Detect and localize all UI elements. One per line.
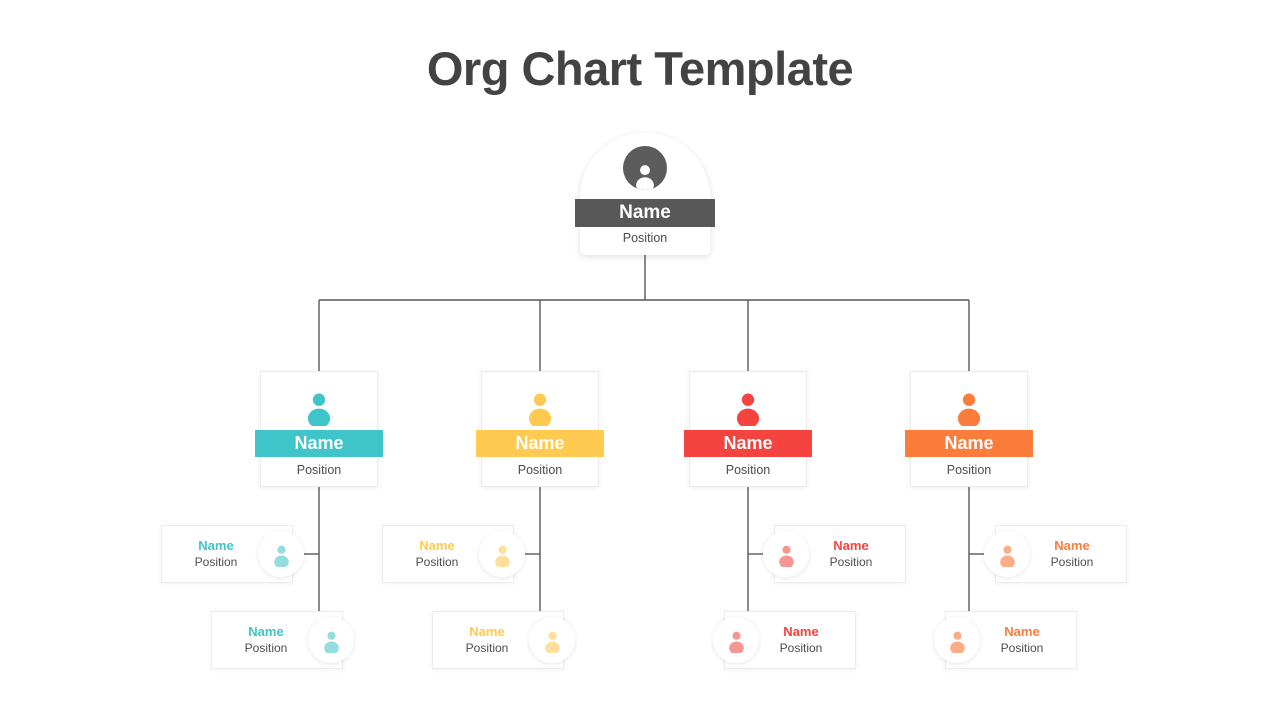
- person-icon: [300, 388, 338, 429]
- leaf-node-3-1[interactable]: Name Position: [763, 525, 906, 583]
- leaf-node-1-1[interactable]: Name Position: [161, 525, 304, 583]
- leaf-node-2-1[interactable]: Name Position: [382, 525, 525, 583]
- leaf-text-group: Name Position: [389, 538, 485, 570]
- branch-name-banner: Name: [476, 430, 604, 457]
- branch-node-2[interactable]: Name Position: [476, 371, 604, 487]
- leaf-node-4-1[interactable]: Name Position: [984, 525, 1127, 583]
- leaf-name-label: Name: [1054, 538, 1090, 554]
- leaf-name-label: Name: [198, 538, 234, 554]
- leaf-name-label: Name: [783, 624, 819, 640]
- branch-node-3[interactable]: Name Position: [684, 371, 812, 487]
- page-title: Org Chart Template: [426, 42, 854, 95]
- leaf-position-label: Position: [415, 554, 459, 569]
- root-position-label: Position: [622, 231, 668, 245]
- branch-position-label: Position: [725, 463, 771, 477]
- leaf-position-label: Position: [779, 640, 823, 655]
- leaf-text-group: Name Position: [1022, 538, 1122, 570]
- person-icon: [308, 617, 354, 663]
- leaf-text-group: Name Position: [801, 538, 901, 570]
- leaf-node-4-2[interactable]: Name Position: [934, 611, 1077, 669]
- root-name-banner: Name: [575, 199, 715, 227]
- branch-name-banner: Name: [255, 430, 383, 457]
- leaf-name-label: Name: [1004, 624, 1040, 640]
- leaf-node-1-2[interactable]: Name Position: [211, 611, 354, 669]
- leaf-name-label: Name: [833, 538, 869, 554]
- leaf-text-group: Name Position: [439, 624, 535, 656]
- leaf-node-3-2[interactable]: Name Position: [713, 611, 856, 669]
- leaf-name-label: Name: [469, 624, 505, 640]
- leaf-text-group: Name Position: [972, 624, 1072, 656]
- person-icon: [529, 617, 575, 663]
- leaf-node-2-2[interactable]: Name Position: [432, 611, 575, 669]
- person-icon: [729, 388, 767, 429]
- branch-node-1[interactable]: Name Position: [255, 371, 383, 487]
- branch-name-banner: Name: [905, 430, 1033, 457]
- person-icon: [258, 531, 304, 577]
- leaf-position-label: Position: [465, 640, 509, 655]
- branch-node-4[interactable]: Name Position: [905, 371, 1033, 487]
- branch-position-label: Position: [296, 463, 342, 477]
- person-icon: [950, 388, 988, 429]
- branch-position-label: Position: [946, 463, 992, 477]
- root-node[interactable]: Name Position: [575, 133, 715, 255]
- person-icon: [479, 531, 525, 577]
- person-icon: [521, 388, 559, 429]
- leaf-text-group: Name Position: [218, 624, 314, 656]
- leaf-text-group: Name Position: [168, 538, 264, 570]
- leaf-position-label: Position: [194, 554, 238, 569]
- leaf-position-label: Position: [1050, 554, 1094, 569]
- leaf-name-label: Name: [419, 538, 455, 554]
- leaf-text-group: Name Position: [751, 624, 851, 656]
- leaf-name-label: Name: [248, 624, 284, 640]
- leaf-position-label: Position: [1000, 640, 1044, 655]
- branch-name-banner: Name: [684, 430, 812, 457]
- person-icon: [623, 146, 667, 190]
- branch-position-label: Position: [517, 463, 563, 477]
- leaf-position-label: Position: [244, 640, 288, 655]
- org-chart-canvas: Org Chart Template Name Position Name Pos…: [0, 0, 1280, 720]
- connector-lines: [303, 255, 985, 619]
- leaf-position-label: Position: [829, 554, 873, 569]
